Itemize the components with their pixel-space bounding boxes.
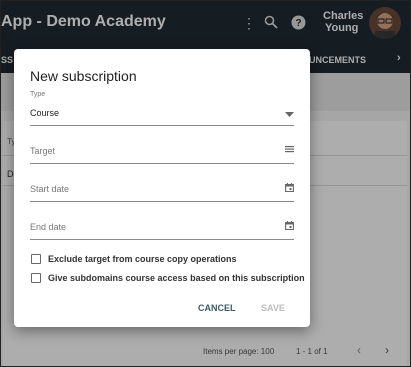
type-select[interactable]: Type Course	[30, 91, 294, 126]
list-icon[interactable]	[285, 145, 294, 156]
target-placeholder: Target	[30, 146, 56, 156]
type-label: Type	[30, 91, 46, 98]
calendar-icon[interactable]	[285, 183, 294, 195]
exclude-copy-label: Exclude target from course copy operatio…	[48, 254, 237, 264]
end-date-placeholder: End date	[30, 222, 67, 232]
app-window: App - Demo Academy ⋮ ? Charles Young SS …	[0, 0, 411, 367]
save-button[interactable]: SAVE	[261, 303, 285, 313]
dropdown-arrow-icon	[285, 109, 294, 120]
target-field[interactable]: Target	[30, 141, 294, 164]
subdomains-access-checkbox[interactable]: Give subdomains course access based on t…	[31, 273, 305, 283]
dialog-title: New subscription	[30, 68, 137, 84]
checkbox-box[interactable]	[31, 254, 41, 264]
type-value: Course	[30, 108, 60, 118]
new-subscription-dialog: New subscription Type Course Target Star…	[14, 49, 310, 327]
subdomains-access-label: Give subdomains course access based on t…	[48, 273, 305, 283]
cancel-button[interactable]: CANCEL	[198, 303, 236, 313]
start-date-field[interactable]: Start date	[30, 179, 294, 202]
exclude-copy-checkbox[interactable]: Exclude target from course copy operatio…	[31, 254, 237, 264]
start-date-placeholder: Start date	[30, 184, 70, 194]
calendar-icon[interactable]	[285, 221, 294, 233]
end-date-field[interactable]: End date	[30, 217, 294, 240]
checkbox-box[interactable]	[31, 273, 41, 283]
